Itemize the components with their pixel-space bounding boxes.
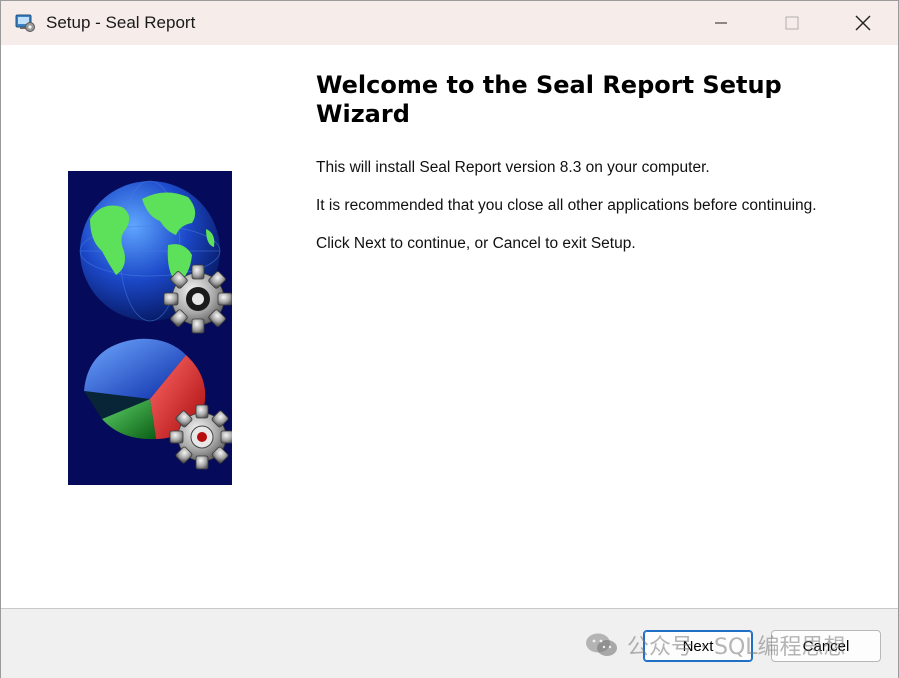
maximize-button[interactable] [762,1,822,45]
wechat-icon [586,633,617,656]
gear-icon [163,264,233,334]
wizard-heading: Welcome to the Seal Report Setup Wizard [316,71,782,128]
install-info-text: This will install Seal Report version 8.… [316,159,710,176]
close-icon [855,15,871,31]
seal-report-logo [68,171,235,485]
wizard-footer: Next Cancel 公众号 · SQL编程思想 [1,608,898,678]
minimize-button[interactable] [691,1,751,45]
close-button[interactable] [833,1,893,45]
window-title: Setup - Seal Report [46,13,196,32]
minimize-icon [715,22,727,24]
close-apps-text: It is recommended that you close all oth… [316,197,817,214]
app-setup-icon [14,12,36,34]
maximize-icon [785,16,799,30]
setup-window: Setup - Seal Report Welcome to the Seal … [0,0,899,678]
next-button[interactable]: Next [643,630,753,662]
wizard-content: Welcome to the Seal Report Setup Wizard … [1,45,898,608]
title-bar[interactable]: Setup - Seal Report [1,1,898,45]
cancel-button[interactable]: Cancel [771,630,881,662]
continue-instructions-text: Click Next to continue, or Cancel to exi… [316,235,636,252]
gear-icon [169,404,235,470]
